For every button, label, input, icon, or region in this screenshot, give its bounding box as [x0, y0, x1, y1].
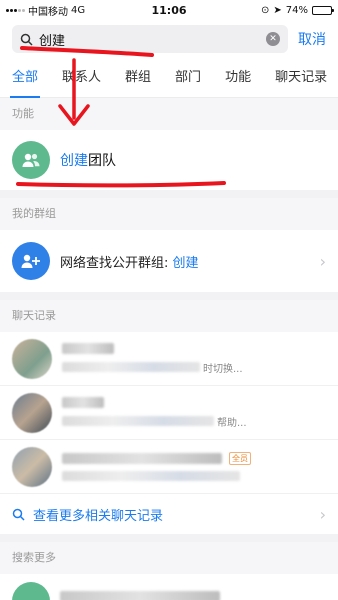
location-icon: ➤	[273, 4, 282, 16]
message-snippet: 时切换...	[203, 363, 243, 375]
feature-label-highlight: 创建	[60, 153, 88, 169]
tab-all[interactable]: 全部	[9, 58, 41, 98]
chat-text: 全员	[62, 452, 326, 481]
team-icon	[12, 141, 50, 179]
blurred-name	[60, 590, 220, 600]
blurred-message	[62, 416, 214, 426]
section-gap	[0, 190, 338, 198]
search-input[interactable]	[39, 31, 260, 47]
feature-label-rest: 团队	[88, 153, 116, 169]
avatar	[12, 392, 52, 433]
message-line: 帮助...	[62, 414, 326, 429]
carrier-label: 中国移动	[28, 6, 68, 18]
chat-result-item[interactable]: 全员	[0, 440, 338, 494]
message-line: 时切换...	[62, 360, 326, 375]
section-gap	[0, 292, 338, 300]
tab-contacts[interactable]: 联系人	[62, 58, 101, 98]
search-icon	[12, 508, 25, 521]
more-chat-history-link[interactable]: 查看更多相关聊天记录 ›	[0, 494, 338, 534]
group-label-prefix: 网络查找公开群组:	[60, 255, 173, 271]
create-team-item[interactable]: 创建团队	[0, 130, 338, 190]
blurred-name	[62, 453, 222, 464]
section-gap	[0, 534, 338, 542]
chevron-right-icon: ›	[319, 504, 326, 524]
avatar	[12, 338, 52, 379]
cancel-button[interactable]: 取消	[298, 29, 326, 49]
add-group-icon	[12, 242, 50, 280]
clear-icon[interactable]: ✕	[266, 32, 280, 46]
search-icon	[20, 33, 33, 46]
tab-bar: 全部 联系人 群组 部门 功能 聊天记录	[0, 58, 338, 98]
blurred-message	[62, 362, 200, 372]
search-more-item[interactable]	[0, 574, 338, 600]
tab-chat-history[interactable]: 聊天记录	[275, 58, 327, 98]
chat-text: 帮助...	[62, 396, 326, 429]
more-chat-history-label: 查看更多相关聊天记录	[33, 508, 164, 524]
section-header-my-groups: 我的群组	[0, 198, 338, 230]
status-left: 中国移动 4G	[6, 3, 85, 18]
section-header-chat-history: 聊天记录	[0, 300, 338, 332]
blurred-name	[62, 342, 114, 354]
status-right: ⊙ ➤ 74%	[260, 4, 334, 16]
search-box[interactable]: ✕	[12, 25, 288, 53]
message-snippet: 帮助...	[217, 417, 247, 429]
message-line	[62, 471, 326, 481]
group-label-highlight: 创建	[172, 255, 199, 271]
avatar	[12, 446, 52, 487]
avatar	[12, 582, 50, 600]
section-header-search-more: 搜索更多	[0, 542, 338, 574]
lock-rotation-icon: ⊙	[260, 4, 270, 16]
status-bar: 中国移动 4G 11:06 ⊙ ➤ 74%	[0, 0, 338, 20]
tab-departments[interactable]: 部门	[175, 58, 201, 98]
find-public-groups-label: 网络查找公开群组: 创建	[60, 252, 310, 271]
name-line: 全员	[62, 452, 326, 465]
tab-groups[interactable]: 群组	[125, 58, 151, 98]
network-label: 4G	[71, 4, 86, 16]
battery-icon	[312, 5, 334, 15]
search-row: ✕ 取消	[0, 20, 338, 58]
find-public-groups-item[interactable]: 网络查找公开群组: 创建 ›	[0, 230, 338, 292]
chat-result-item[interactable]: 帮助...	[0, 386, 338, 440]
signal-icon	[6, 8, 25, 12]
chevron-right-icon: ›	[319, 251, 326, 271]
chat-text: 时切换...	[62, 342, 326, 375]
create-team-label: 创建团队	[60, 150, 116, 170]
chat-result-item[interactable]: 时切换...	[0, 332, 338, 386]
section-header-functions: 功能	[0, 98, 338, 130]
all-members-badge: 全员	[229, 452, 251, 465]
tab-functions[interactable]: 功能	[225, 58, 251, 98]
battery-percent: 74%	[285, 4, 308, 16]
blurred-message	[62, 471, 240, 481]
blurred-name	[62, 396, 104, 408]
